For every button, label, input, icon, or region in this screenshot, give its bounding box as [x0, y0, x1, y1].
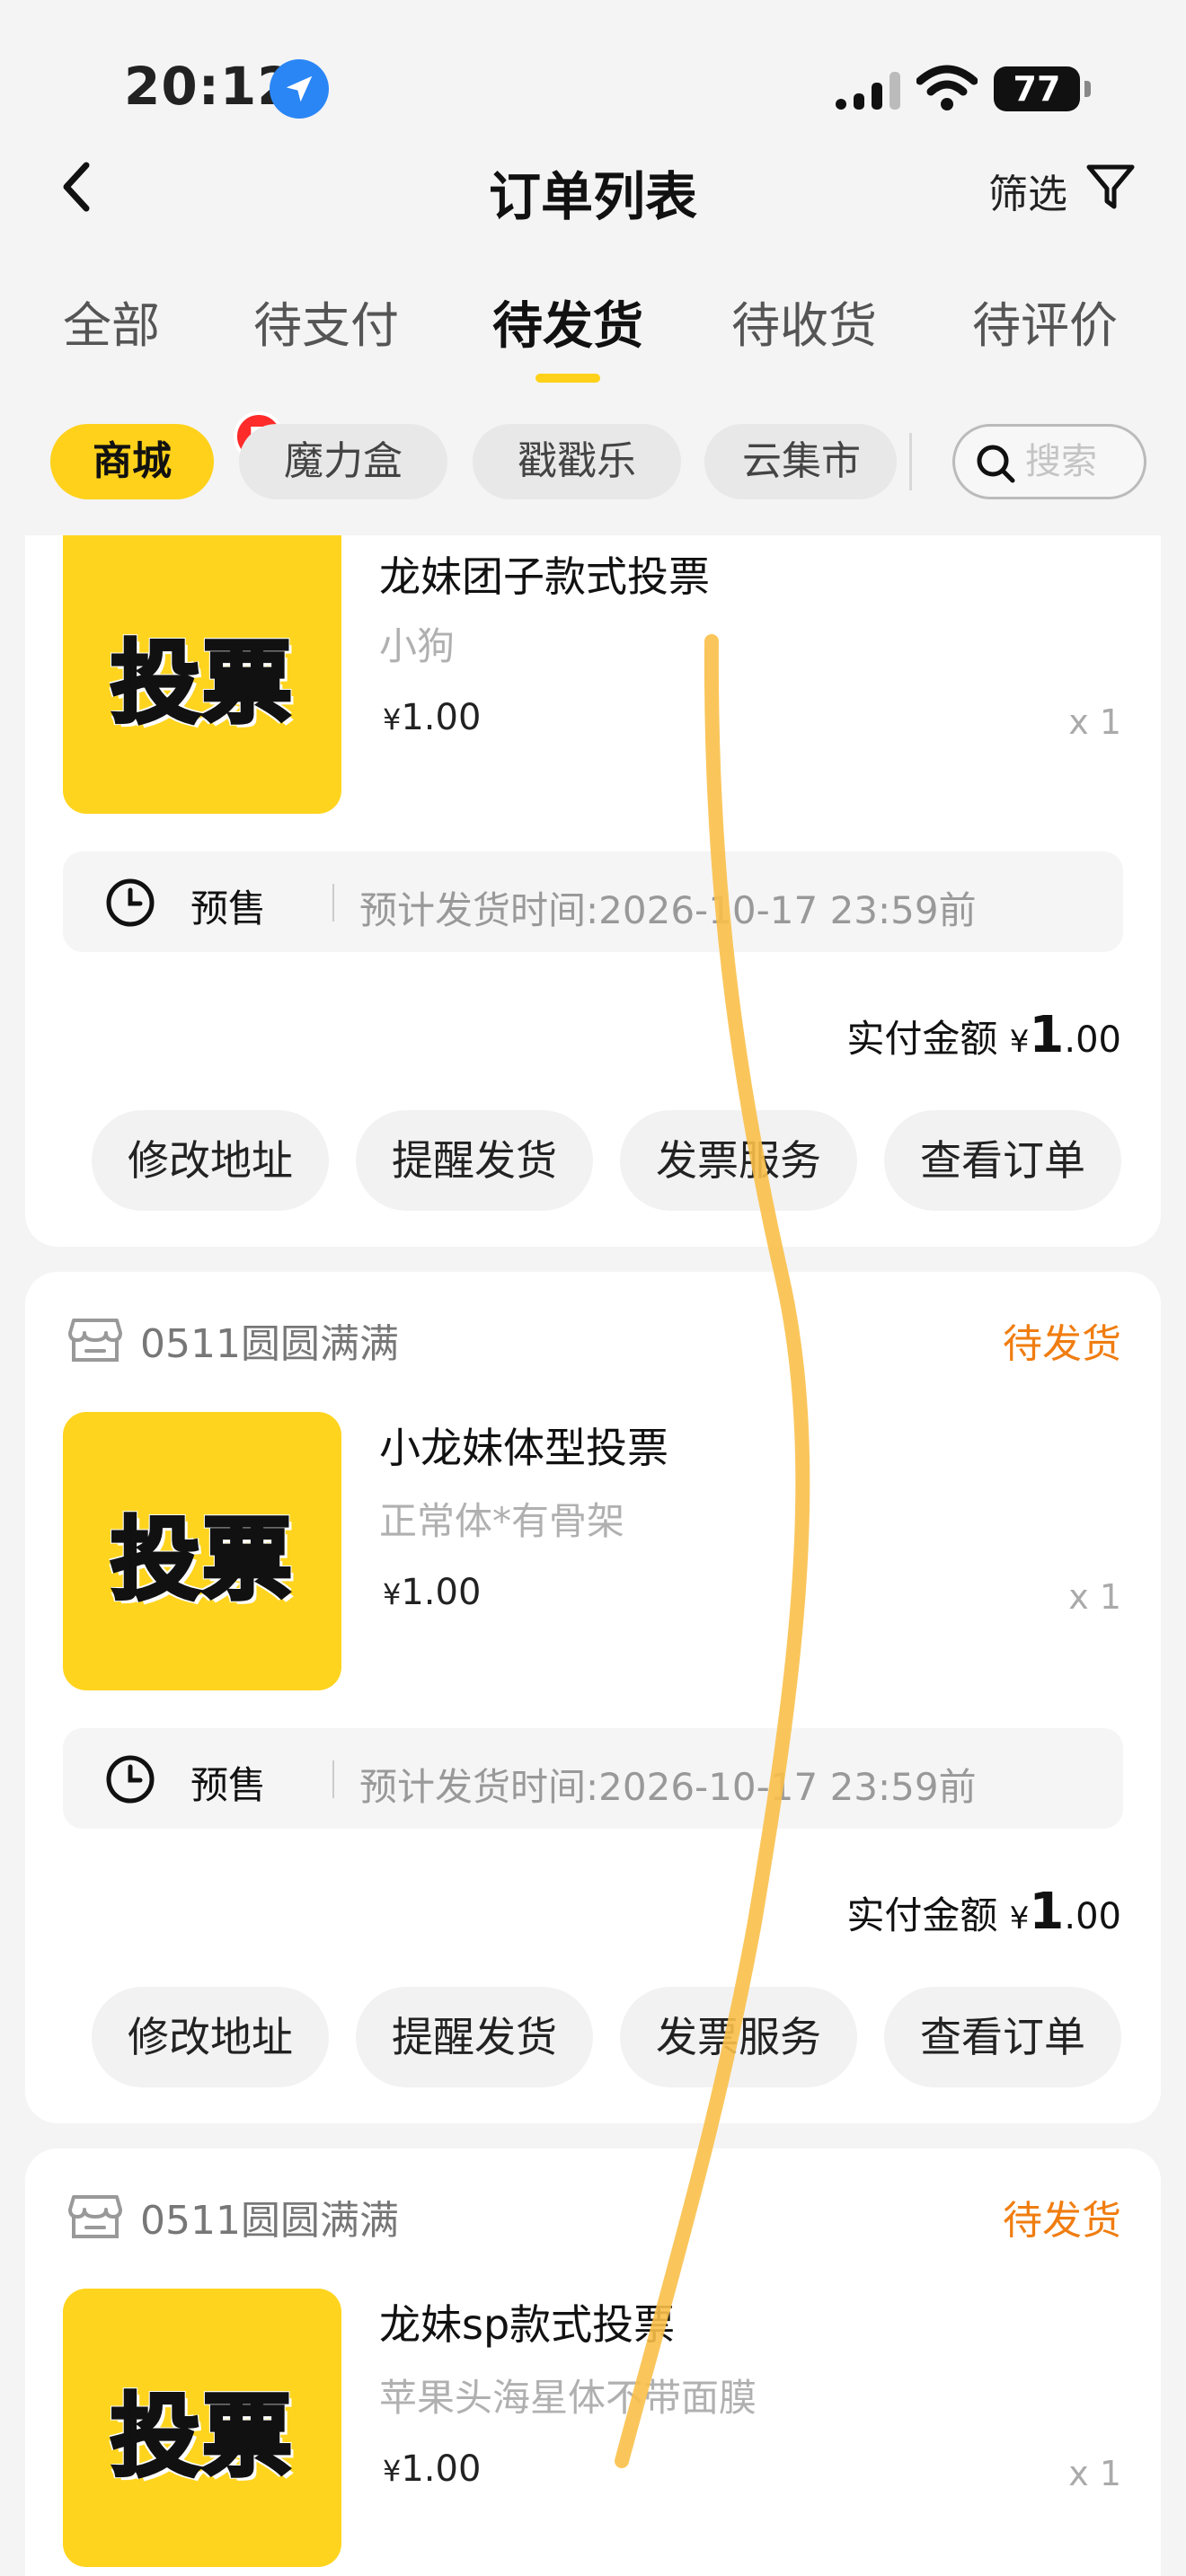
product-quantity: x 1 — [1068, 2454, 1121, 2493]
product-thumbnail[interactable]: 投票 — [63, 1412, 341, 1690]
chip-divider — [909, 433, 912, 490]
order-card: 投票 龙妹团子款式投票 小狗 ¥1.00 x 1 预售 预计发货时间:2026-… — [25, 535, 1161, 1247]
product-spec: 苹果头海星体不带面膜 — [379, 2376, 757, 2420]
clock-icon — [106, 878, 155, 927]
tab-pending-shipment[interactable]: 待发货 — [492, 286, 643, 358]
search-icon — [977, 445, 1015, 483]
filter-button[interactable]: 筛选 — [988, 162, 1067, 219]
product-name[interactable]: 龙妹sp款式投票 — [379, 2292, 675, 2351]
active-tab-indicator — [535, 374, 600, 383]
battery-icon: 77 — [994, 66, 1091, 111]
status-bar: 20:12 77 — [0, 0, 1186, 153]
chip-poke-fun[interactable]: 戳戳乐 — [473, 424, 681, 499]
store-icon — [68, 1319, 122, 1362]
presale-info: 预售 预计发货时间:2026-10-17 23:59前 — [63, 1728, 1123, 1829]
product-name[interactable]: 小龙妹体型投票 — [379, 1416, 668, 1475]
invoice-service-button[interactable]: 发票服务 — [620, 1987, 857, 2087]
filter-funnel-icon[interactable] — [1085, 162, 1136, 212]
order-card: 0511圆圆满满 待发货 投票 小龙妹体型投票 正常体*有骨架 ¥1.00 x … — [25, 1272, 1161, 2123]
product-spec: 小狗 — [379, 624, 456, 668]
store-icon — [68, 2195, 122, 2238]
modify-address-button[interactable]: 修改地址 — [92, 1110, 329, 1211]
shop-name[interactable]: 0511圆圆满满 — [66, 1311, 399, 1369]
product-spec: 正常体*有骨架 — [379, 1499, 625, 1543]
remind-shipment-button[interactable]: 提醒发货 — [356, 1110, 593, 1211]
chip-cloud-market[interactable]: 云集市 — [704, 424, 897, 499]
estimated-ship-date: 预计发货时间:2026-10-17 23:59前 — [359, 1765, 977, 1809]
order-status: 待发货 — [1003, 2198, 1121, 2244]
product-quantity: x 1 — [1068, 702, 1121, 742]
view-order-button[interactable]: 查看订单 — [884, 1987, 1121, 2087]
order-card: 0511圆圆满满 待发货 投票 龙妹sp款式投票 苹果头海星体不带面膜 ¥1.0… — [25, 2148, 1161, 2576]
order-status-tabs: 全部 待支付 待发货 待收货 待评价 — [0, 286, 1186, 384]
view-order-button[interactable]: 查看订单 — [884, 1110, 1121, 1211]
presale-info: 预售 预计发货时间:2026-10-17 23:59前 — [63, 851, 1123, 952]
paid-amount: 实付金额 ¥1.00 — [846, 1883, 1121, 1941]
tab-pending-review[interactable]: 待评价 — [972, 286, 1118, 357]
chip-label: 商城 — [93, 438, 172, 484]
product-price: ¥1.00 — [383, 2448, 482, 2490]
tab-all[interactable]: 全部 — [63, 286, 160, 357]
modify-address-button[interactable]: 修改地址 — [92, 1987, 329, 2087]
search-box[interactable] — [952, 424, 1146, 499]
product-price: ¥1.00 — [383, 697, 482, 738]
location-arrow-icon — [270, 59, 329, 119]
product-thumbnail[interactable]: 投票 — [63, 535, 341, 814]
presale-label: 预售 — [190, 1763, 267, 1807]
search-input[interactable] — [1025, 436, 1133, 488]
category-chips: 商城 5 魔力盒 戳戳乐 云集市 — [0, 411, 1186, 505]
chip-magic-box[interactable]: 魔力盒 — [239, 424, 447, 499]
wifi-icon — [916, 65, 978, 110]
product-name[interactable]: 龙妹团子款式投票 — [379, 544, 710, 604]
presale-label: 预售 — [190, 887, 267, 931]
invoice-service-button[interactable]: 发票服务 — [620, 1110, 857, 1211]
paid-amount: 实付金额 ¥1.00 — [846, 1006, 1121, 1064]
order-status: 待发货 — [1003, 1321, 1121, 1367]
remind-shipment-button[interactable]: 提醒发货 — [356, 1987, 593, 2087]
tab-pending-receipt[interactable]: 待收货 — [731, 286, 877, 357]
estimated-ship-date: 预计发货时间:2026-10-17 23:59前 — [359, 888, 977, 932]
divider — [332, 1760, 334, 1798]
cellular-signal-icon — [836, 72, 900, 110]
chip-mall[interactable]: 商城 5 — [50, 411, 284, 499]
shop-name[interactable]: 0511圆圆满满 — [66, 2188, 399, 2245]
product-thumbnail[interactable]: 投票 — [63, 2289, 341, 2567]
tab-pending-payment[interactable]: 待支付 — [253, 286, 399, 357]
product-price: ¥1.00 — [383, 1572, 482, 1613]
product-quantity: x 1 — [1068, 1577, 1121, 1617]
divider — [332, 884, 334, 922]
clock-icon — [106, 1755, 155, 1804]
